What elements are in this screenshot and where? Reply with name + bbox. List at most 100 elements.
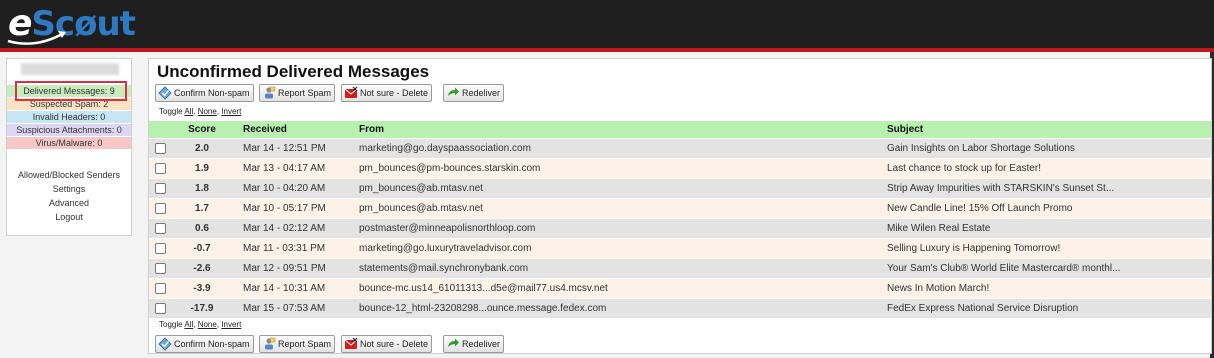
row-checkbox[interactable]: [155, 203, 166, 214]
person-report-icon: [265, 337, 276, 350]
from-cell[interactable]: statements@mail.synchronybank.com: [359, 259, 528, 279]
table-row[interactable]: -17.9 Mar 15 - 07:53 AM bounce-12_html-2…: [149, 299, 1211, 319]
row-checkbox[interactable]: [155, 283, 166, 294]
row-checkbox[interactable]: [155, 163, 166, 174]
toggle-all-link[interactable]: All: [184, 320, 193, 329]
received-cell: Mar 10 - 05:17 PM: [243, 203, 326, 214]
table-row[interactable]: -3.9 Mar 14 - 10:31 AM bounce-mc.us14_61…: [149, 279, 1211, 299]
confirm-non-spam-label: Confirm Non-spam: [174, 339, 250, 349]
toggle-invert-link[interactable]: Invert: [221, 107, 241, 116]
table-row[interactable]: 1.8 Mar 10 - 04:20 AM pm_bounces@ab.mtas…: [149, 179, 1211, 199]
column-header-subject[interactable]: Subject: [887, 121, 923, 138]
table-row[interactable]: -2.6 Mar 12 - 09:51 PM statements@mail.s…: [149, 259, 1211, 279]
score-cell: -17.9: [190, 303, 214, 314]
column-header-score[interactable]: Score: [183, 121, 221, 138]
received-cell: Mar 15 - 07:53 AM: [243, 303, 326, 314]
sidebar: Delivered Messages: 9 Suspected Spam: 2 …: [6, 58, 132, 236]
not-sure-delete-label: Not sure - Delete: [360, 88, 429, 98]
score-cell: -3.9: [193, 283, 211, 294]
subject-cell[interactable]: Last chance to stock up for Easter!: [887, 159, 1041, 179]
subject-cell[interactable]: Selling Luxury is Happening Tomorrow!: [887, 239, 1060, 259]
page-title: Unconfirmed Delivered Messages: [157, 62, 430, 81]
report-spam-button[interactable]: Report Spam: [259, 84, 336, 102]
row-checkbox[interactable]: [155, 303, 166, 314]
from-cell[interactable]: bounce-mc.us14_61011313...d5e@mail77.us4…: [359, 279, 608, 299]
toggle-none-link[interactable]: None: [198, 107, 217, 116]
row-checkbox[interactable]: [155, 263, 166, 274]
redeliver-button[interactable]: Redeliver: [443, 84, 505, 102]
from-cell[interactable]: pm_bounces@ab.mtasv.net: [359, 179, 483, 199]
confirm-non-spam-label: Confirm Non-spam: [174, 88, 250, 98]
subject-cell[interactable]: Mike Wilen Real Estate: [887, 219, 990, 239]
logo-swoosh-icon: [7, 31, 66, 45]
received-cell: Mar 13 - 04:17 AM: [243, 163, 326, 174]
red-envelope-x-icon: [344, 86, 358, 98]
row-checkbox[interactable]: [155, 183, 166, 194]
toggle-selection-bottom: Toggle All, None, Invert: [159, 320, 242, 329]
diamond-check-icon: [158, 86, 172, 100]
received-cell: Mar 12 - 09:51 PM: [243, 263, 326, 274]
main-panel: Unconfirmed Delivered Messages Confirm N…: [148, 58, 1212, 354]
row-checkbox[interactable]: [155, 243, 166, 254]
from-cell[interactable]: marketing@go.dayspaassociation.com: [359, 139, 531, 159]
not-sure-delete-button[interactable]: Not sure - Delete: [341, 84, 433, 102]
folder-suspected-spam[interactable]: Suspected Spam: 2: [7, 98, 131, 110]
report-spam-label: Report Spam: [278, 88, 332, 98]
toggle-selection-top: Toggle All, None, Invert: [159, 107, 242, 116]
link-logout[interactable]: Logout: [7, 211, 131, 223]
not-sure-delete-label: Not sure - Delete: [360, 339, 429, 349]
folder-invalid-headers[interactable]: Invalid Headers: 0: [7, 111, 131, 123]
subject-cell[interactable]: Your Sam's Club® World Elite Mastercard®…: [887, 259, 1120, 279]
subject-cell[interactable]: Gain Insights on Labor Shortage Solution…: [887, 139, 1075, 159]
report-spam-button[interactable]: Report Spam: [259, 335, 336, 353]
redeliver-label: Redeliver: [462, 339, 501, 349]
from-cell[interactable]: postmaster@minneapolisnorthloop.com: [359, 219, 535, 239]
subject-cell[interactable]: Strip Away Impurities with STARSKIN's Su…: [887, 179, 1114, 199]
table-row[interactable]: -0.7 Mar 11 - 03:31 PM marketing@go.luxu…: [149, 239, 1211, 259]
row-checkbox[interactable]: [155, 223, 166, 234]
folder-delivered-messages[interactable]: Delivered Messages: 9: [7, 85, 131, 97]
column-header-received[interactable]: Received: [243, 121, 287, 138]
subject-cell[interactable]: FedEx Express National Service Disruptio…: [887, 299, 1078, 319]
folder-virus-malware[interactable]: Virus/Malware: 0: [7, 137, 131, 149]
received-cell: Mar 14 - 10:31 AM: [243, 283, 326, 294]
toggle-all-link[interactable]: All: [184, 107, 193, 116]
confirm-non-spam-button[interactable]: Confirm Non-spam: [155, 335, 254, 353]
folder-suspicious-attachments[interactable]: Suspicious Attachments: 0: [7, 124, 131, 136]
row-checkbox[interactable]: [155, 143, 166, 154]
from-cell[interactable]: bounce-12_html-23208298...ounce.message.…: [359, 299, 606, 319]
from-cell[interactable]: pm_bounces@ab.mtasv.net: [359, 199, 483, 219]
not-sure-delete-button[interactable]: Not sure - Delete: [341, 335, 433, 353]
toggle-none-link[interactable]: None: [198, 320, 217, 329]
table-header-row: Score Received From Subject: [149, 121, 1211, 138]
table-row[interactable]: 0.6 Mar 14 - 02:12 AM postmaster@minneap…: [149, 219, 1211, 239]
score-cell: 1.7: [195, 203, 209, 214]
toggle-prefix: Toggle: [159, 320, 183, 329]
link-allowed-blocked-senders[interactable]: Allowed/Blocked Senders: [7, 169, 131, 181]
received-cell: Mar 14 - 02:12 AM: [243, 223, 326, 234]
subject-cell[interactable]: News In Motion March!: [887, 279, 989, 299]
toggle-prefix: Toggle: [159, 107, 183, 116]
score-cell: -0.7: [193, 243, 211, 254]
column-header-from[interactable]: From: [359, 121, 384, 138]
received-cell: Mar 11 - 03:31 PM: [243, 243, 326, 254]
from-cell[interactable]: pm_bounces@pm-bounces.starskin.com: [359, 159, 540, 179]
redeliver-label: Redeliver: [462, 88, 501, 98]
score-cell: 0.6: [195, 223, 209, 234]
subject-cell[interactable]: New Candle Line! 15% Off Launch Promo: [887, 199, 1072, 219]
table-row[interactable]: 1.7 Mar 10 - 05:17 PM pm_bounces@ab.mtas…: [149, 199, 1211, 219]
link-settings[interactable]: Settings: [7, 183, 131, 195]
person-report-icon: [265, 86, 276, 99]
score-cell: 1.9: [195, 163, 209, 174]
received-cell: Mar 10 - 04:20 AM: [243, 183, 326, 194]
score-cell: 1.8: [195, 183, 209, 194]
from-cell[interactable]: marketing@go.luxurytraveladvisor.com: [359, 239, 531, 259]
redeliver-button[interactable]: Redeliver: [443, 335, 505, 353]
app-header: eScøut: [0, 0, 1214, 48]
table-row[interactable]: 2.0 Mar 14 - 12:51 PM marketing@go.daysp…: [149, 139, 1211, 159]
diamond-check-icon: [158, 337, 172, 351]
toggle-invert-link[interactable]: Invert: [221, 320, 241, 329]
link-advanced[interactable]: Advanced: [7, 197, 131, 209]
confirm-non-spam-button[interactable]: Confirm Non-spam: [155, 84, 254, 102]
table-row[interactable]: 1.9 Mar 13 - 04:17 AM pm_bounces@pm-boun…: [149, 159, 1211, 179]
